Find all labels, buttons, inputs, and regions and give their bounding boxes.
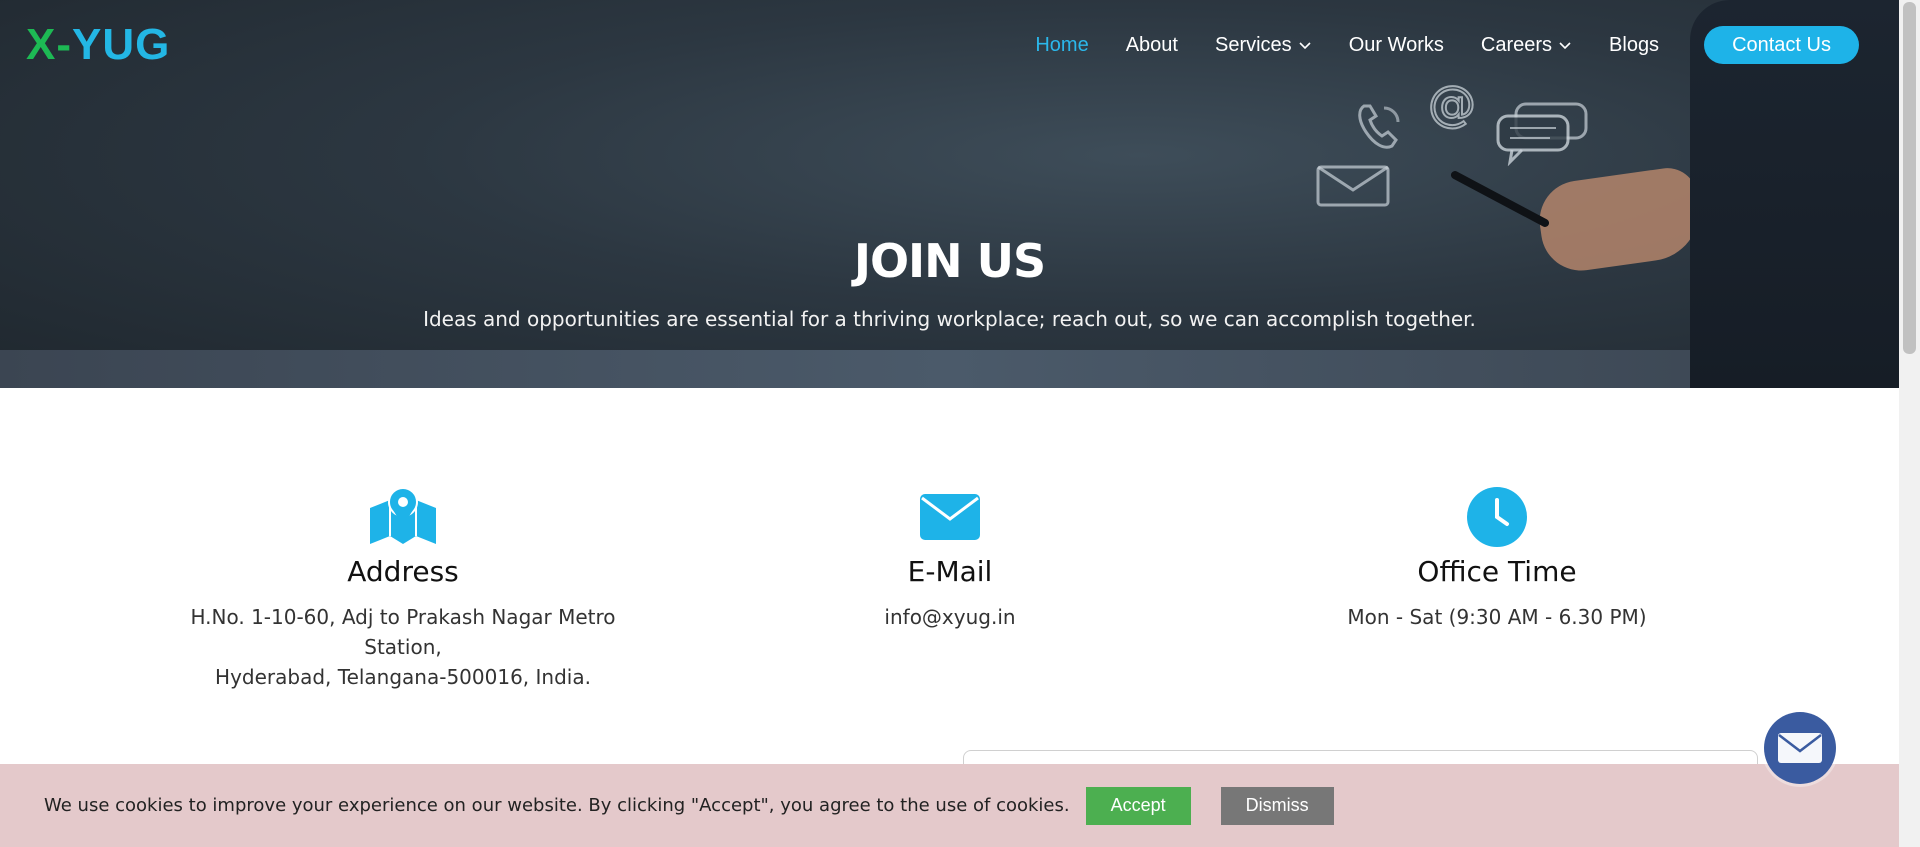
address-block: Address H.No. 1-10-60, Adj to Prakash Na… — [153, 485, 653, 692]
dismiss-cookies-button[interactable]: Dismiss — [1220, 786, 1334, 825]
logo-part2: YUG — [72, 20, 171, 69]
at-sign-icon: @ — [1427, 80, 1477, 130]
nav-blogs[interactable]: Blogs — [1609, 34, 1659, 57]
site-logo[interactable]: X-YUG — [26, 20, 170, 70]
envelope-icon — [920, 494, 980, 540]
map-pin-icon — [370, 487, 436, 544]
phone-icon — [1358, 104, 1400, 149]
address-line1: H.No. 1-10-60, Adj to Prakash Nagar Metr… — [190, 605, 616, 659]
logo-part1: X- — [26, 20, 72, 69]
office-time-block: Office Time Mon - Sat (9:30 AM - 6.30 PM… — [1247, 485, 1747, 632]
contact-us-label: Contact Us — [1732, 33, 1831, 56]
email-block: E-Mail info@xyug.in — [700, 485, 1200, 632]
page-scrollbar[interactable] — [1899, 0, 1920, 847]
nav-about[interactable]: About — [1126, 34, 1178, 57]
address-heading: Address — [347, 555, 459, 588]
nav-home[interactable]: Home — [1035, 34, 1088, 57]
nav-careers-label: Careers — [1480, 33, 1553, 56]
office-time-text: Mon - Sat (9:30 AM - 6.30 PM) — [1347, 605, 1647, 629]
accept-cookies-button[interactable]: Accept — [1085, 786, 1191, 825]
chevron-down-icon — [1299, 42, 1311, 50]
nav-careers[interactable]: Careers — [1481, 34, 1572, 57]
email-address[interactable]: info@xyug.in — [700, 602, 1200, 632]
address-text: H.No. 1-10-60, Adj to Prakash Nagar Metr… — [153, 602, 653, 692]
main-nav: Home About Services Our Works Careers Bl… — [1035, 26, 1859, 64]
hero-band — [0, 350, 1899, 388]
nav-our-works[interactable]: Our Works — [1349, 34, 1444, 57]
page-title: JOIN US — [853, 234, 1046, 288]
office-time-heading: Office Time — [1417, 555, 1577, 588]
cookie-text: We use cookies to improve your experienc… — [44, 795, 1070, 816]
chevron-down-icon — [1559, 42, 1571, 50]
email-heading: E-Mail — [907, 555, 993, 588]
mail-icon — [1778, 733, 1822, 763]
hero-banner: @ X-YUG Home About Services Our Works Ca… — [0, 0, 1899, 388]
nav-home-label: Home — [1035, 33, 1089, 56]
clock-icon — [1467, 487, 1527, 547]
nav-our-works-label: Our Works — [1348, 33, 1444, 56]
floating-mail-button[interactable] — [1764, 712, 1836, 784]
hero-subtitle: Ideas and opportunities are essential fo… — [423, 307, 1476, 331]
tablet-image — [1449, 169, 1551, 229]
nav-services-label: Services — [1214, 33, 1292, 56]
nav-about-label: About — [1125, 33, 1178, 56]
address-line2: Hyderabad, Telangana-500016, India. — [215, 665, 591, 689]
contact-us-button[interactable]: Contact Us — [1704, 26, 1859, 64]
scrollbar-thumb[interactable] — [1903, 2, 1916, 354]
chat-bubbles-icon — [1496, 102, 1588, 166]
envelope-outline-icon — [1316, 165, 1390, 207]
cookie-banner: We use cookies to improve your experienc… — [0, 764, 1899, 847]
nav-services[interactable]: Services — [1215, 34, 1312, 57]
svg-text:@: @ — [1428, 80, 1476, 130]
nav-blogs-label: Blogs — [1609, 33, 1660, 56]
